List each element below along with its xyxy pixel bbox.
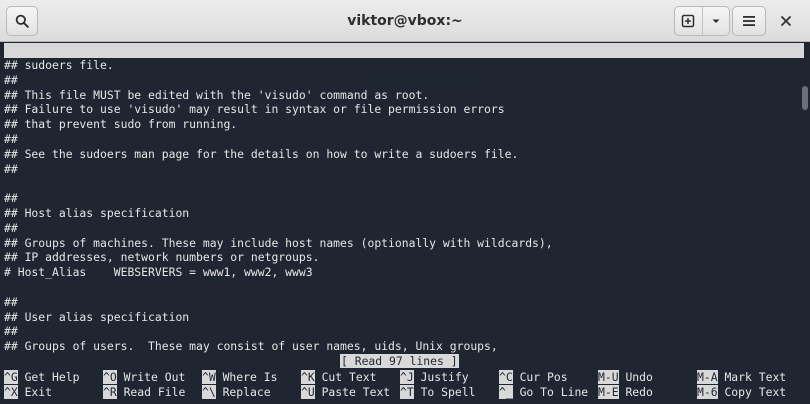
shortcut-copy-text[interactable]: M-6 Copy Text	[697, 385, 786, 400]
shortcut-where-is[interactable]: ^W Where Is	[202, 370, 277, 385]
shortcut-justify[interactable]: ^J Justify	[400, 370, 469, 385]
nano-header-bar: GNU nano 4.2 /etc/sudoers.tmp	[4, 43, 804, 87]
text-line	[4, 176, 804, 191]
text-line: ## Failure to use 'visudo' may result in…	[4, 102, 505, 117]
shortcut-replace[interactable]: ^\ Replace	[202, 385, 271, 400]
terminal-window: viktor@vbox:~ GNU nano 4.2 /etc/sudoers.…	[0, 0, 810, 404]
text-line: ## Groups of machines. These may include…	[4, 235, 553, 250]
text-line: ## sudoers file.	[4, 58, 114, 72]
shortcut-to-spell[interactable]: ^T To Spell	[400, 385, 475, 400]
text-line: ## See the sudoers man page for the deta…	[4, 146, 519, 161]
shortcut-row: ^G Get Help ^O Write Out ^W Where Is ^K …	[4, 370, 804, 385]
close-button[interactable]	[776, 11, 796, 31]
new-tab-dropdown-button[interactable]	[702, 7, 729, 35]
new-tab-button[interactable]	[675, 7, 702, 35]
shortcut-exit[interactable]: ^X Exit	[4, 385, 52, 400]
titlebar: viktor@vbox:~	[0, 0, 810, 42]
text-line: ##	[4, 191, 18, 206]
shortcut-redo[interactable]: M-E Redo	[598, 385, 653, 400]
shortcut-write-out[interactable]: ^O Write Out	[103, 370, 185, 385]
shortcut-paste-text[interactable]: ^U Paste Text	[301, 385, 390, 400]
scrollbar[interactable]	[802, 86, 808, 110]
text-line: ##	[4, 161, 18, 176]
shortcut-undo[interactable]: M-U Undo	[598, 370, 653, 385]
editor-text[interactable]: ## sudoers file. ## ## This file MUST be…	[4, 58, 804, 354]
menu-button[interactable]	[732, 6, 766, 36]
shortcut-bar: ^G Get Help ^O Write Out ^W Where Is ^K …	[4, 370, 804, 400]
new-tab-group	[674, 6, 730, 36]
search-icon	[15, 14, 29, 28]
text-line: ##	[4, 324, 18, 339]
text-line: ## Groups of users. These may consist of…	[4, 339, 498, 354]
text-line: ## This file MUST be edited with the 'vi…	[4, 87, 430, 102]
new-tab-icon	[682, 14, 695, 28]
shortcut-cur-pos[interactable]: ^C Cur Pos	[499, 370, 568, 385]
chevron-down-icon	[712, 19, 720, 23]
text-line: ##	[4, 220, 18, 235]
hamburger-icon	[743, 16, 755, 26]
text-line: ##	[4, 294, 18, 309]
shortcut-read-file[interactable]: ^R Read File	[103, 385, 185, 400]
text-line: # Host_Alias WEBSERVERS = www1, www2, ww…	[4, 265, 313, 280]
text-line: ## User alias specification	[4, 309, 190, 324]
shortcut-get-help[interactable]: ^G Get Help	[4, 370, 79, 385]
status-message: [ Read 97 lines ]	[340, 354, 459, 368]
text-line: ##	[4, 131, 18, 146]
text-line: ## Host alias specification	[4, 205, 190, 220]
text-line: ## IP addresses, network numbers or netg…	[4, 250, 320, 265]
shortcut-cut-text[interactable]: ^K Cut Text	[301, 370, 376, 385]
close-icon	[781, 16, 791, 26]
search-button[interactable]	[6, 6, 38, 36]
text-line	[4, 280, 804, 295]
shortcut-go-to-line[interactable]: ^_ Go To Line	[499, 385, 588, 400]
text-line: ## that prevent sudo from running.	[4, 117, 238, 132]
shortcut-mark-text[interactable]: M-A Mark Text	[697, 370, 786, 385]
terminal-area[interactable]: GNU nano 4.2 /etc/sudoers.tmp ## sudoers…	[0, 42, 810, 404]
text-line: ##	[4, 72, 18, 87]
shortcut-row: ^X Exit ^R Read File ^\ Replace ^U Paste…	[4, 385, 804, 400]
